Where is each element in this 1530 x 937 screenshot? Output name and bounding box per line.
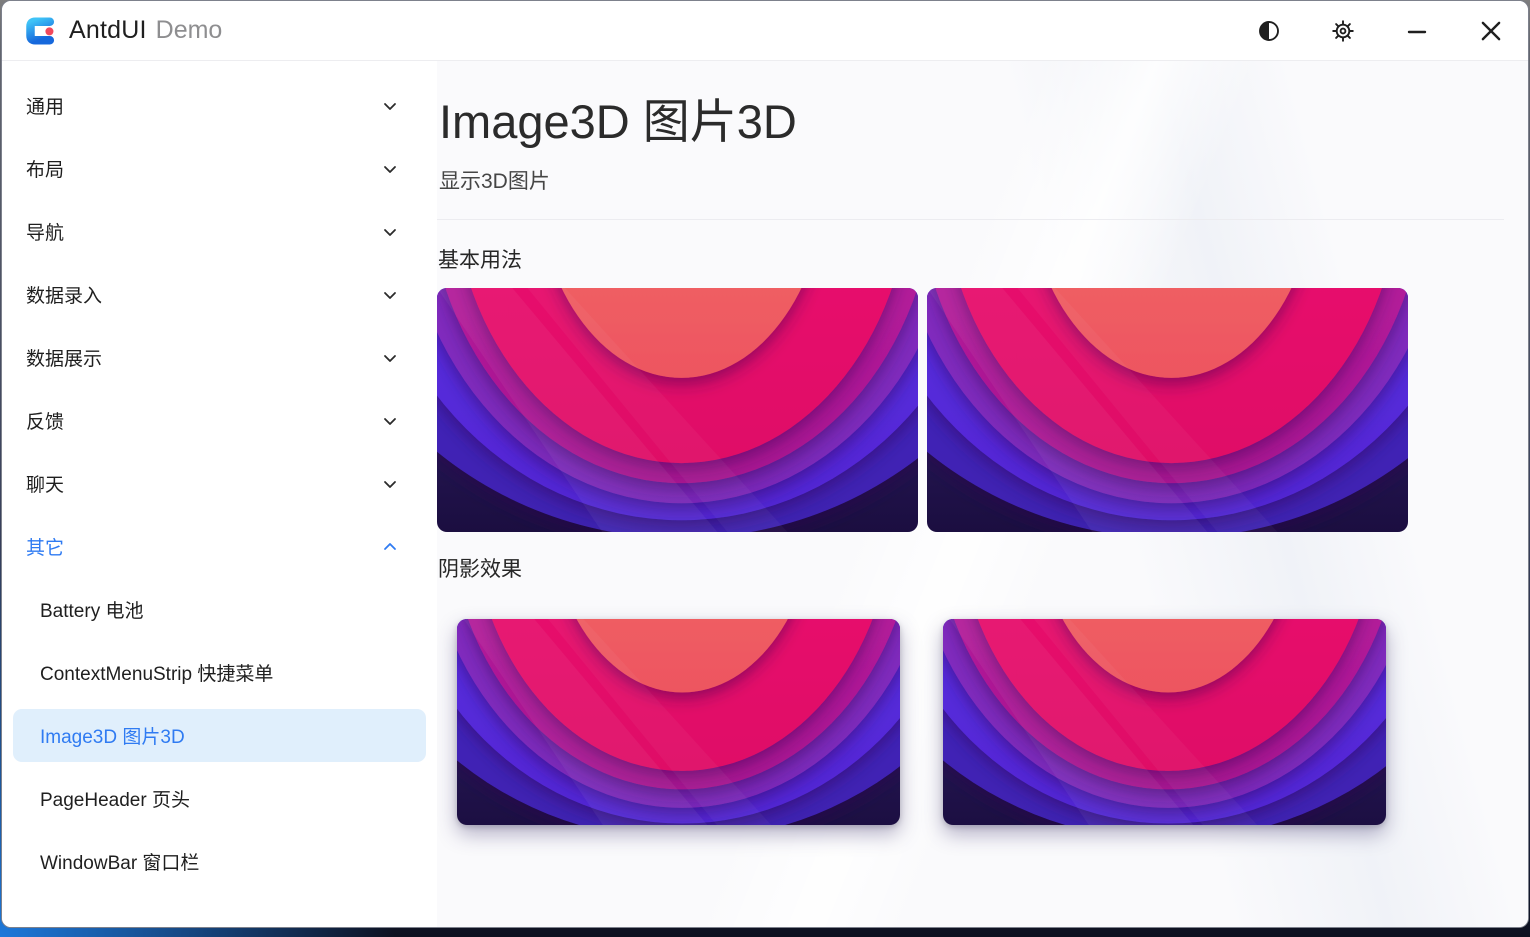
chevron-down-icon	[381, 223, 399, 241]
chevron-down-icon	[381, 160, 399, 178]
image3d-demo-2	[927, 288, 1408, 532]
minimize-icon	[1405, 19, 1429, 43]
sidebar-item-label: ContextMenuStrip 快捷菜单	[40, 659, 273, 686]
chevron-down-icon	[381, 286, 399, 304]
sidebar-group-data-entry[interactable]: 数据录入	[2, 263, 437, 326]
sidebar-group-other[interactable]: 其它	[2, 515, 437, 578]
sidebar-item-windowbar[interactable]: WindowBar 窗口栏	[2, 830, 437, 893]
sidebar-group-label: 导航	[26, 218, 64, 245]
section-heading-shadow-effect: 阴影效果	[438, 553, 1504, 583]
app-window: AntdUI Demo	[1, 0, 1529, 928]
chevron-down-icon	[381, 97, 399, 115]
sidebar: 通用 布局 导航 数据录入 数据展示 反馈	[2, 61, 437, 927]
settings-button[interactable]	[1320, 9, 1366, 53]
chevron-down-icon	[381, 349, 399, 367]
image3d-shadow-demo-2	[943, 619, 1386, 825]
sidebar-item-label: PageHeader 页头	[40, 785, 190, 812]
app-title-suffix: Demo	[156, 16, 223, 45]
half-circle-icon	[1257, 19, 1281, 43]
theme-toggle-button[interactable]	[1246, 9, 1292, 53]
sidebar-item-label: WindowBar 窗口栏	[40, 848, 199, 875]
sidebar-item-label: Battery 电池	[40, 596, 143, 623]
close-button[interactable]	[1468, 9, 1514, 53]
sidebar-item-pageheader[interactable]: PageHeader 页头	[2, 767, 437, 830]
sidebar-group-feedback[interactable]: 反馈	[2, 389, 437, 452]
sidebar-item-battery[interactable]: Battery 电池	[2, 578, 437, 641]
antdui-logo-icon	[22, 14, 56, 48]
sidebar-group-general[interactable]: 通用	[2, 74, 437, 137]
sidebar-item-image3d[interactable]: Image3D 图片3D	[2, 704, 437, 767]
close-icon	[1478, 18, 1504, 44]
section-heading-basic-usage: 基本用法	[438, 244, 1504, 274]
title-bar: AntdUI Demo	[2, 1, 1528, 61]
sidebar-group-layout[interactable]: 布局	[2, 137, 437, 200]
app-title: AntdUI	[69, 16, 147, 45]
image3d-shadow-demo-1	[457, 619, 900, 825]
basic-usage-image-row	[437, 288, 1504, 532]
sidebar-group-label: 聊天	[26, 470, 64, 497]
sidebar-group-chat[interactable]: 聊天	[2, 452, 437, 515]
chevron-up-icon	[381, 538, 399, 556]
sidebar-group-navigation[interactable]: 导航	[2, 200, 437, 263]
sidebar-group-label: 反馈	[26, 407, 64, 434]
main-content: Image3D 图片3D 显示3D图片 基本用法 阴影效果	[437, 61, 1528, 927]
sidebar-item-label: Image3D 图片3D	[40, 722, 185, 749]
sidebar-group-label: 布局	[26, 155, 64, 182]
gear-icon	[1331, 19, 1355, 43]
sidebar-item-contextmenustrip[interactable]: ContextMenuStrip 快捷菜单	[2, 641, 437, 704]
sidebar-group-label: 数据展示	[26, 344, 102, 371]
image3d-demo-1	[437, 288, 918, 532]
page-title: Image3D 图片3D	[439, 83, 1504, 152]
divider	[437, 219, 1504, 220]
minimize-button[interactable]	[1394, 9, 1440, 53]
page-subtitle: 显示3D图片	[439, 165, 1504, 195]
sidebar-group-label: 通用	[26, 92, 64, 119]
sidebar-group-label: 数据录入	[26, 281, 102, 308]
chevron-down-icon	[381, 412, 399, 430]
shadow-effect-image-row	[437, 619, 1504, 825]
sidebar-group-data-display[interactable]: 数据展示	[2, 326, 437, 389]
chevron-down-icon	[381, 475, 399, 493]
sidebar-group-label: 其它	[26, 533, 64, 560]
